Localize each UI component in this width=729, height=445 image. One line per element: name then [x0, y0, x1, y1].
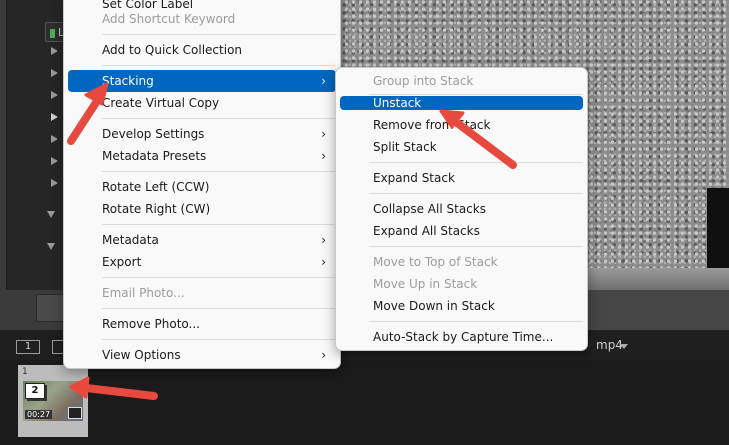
- menu-item-unstack[interactable]: Unstack: [340, 96, 583, 110]
- menu-item-label: Remove Photo...: [102, 317, 200, 331]
- menu-item-view-options[interactable]: View Options ›: [68, 344, 336, 366]
- disclosure-triangle-icon[interactable]: [51, 135, 58, 143]
- menu-item-label: Email Photo...: [102, 286, 185, 300]
- disclosure-triangle-down-icon[interactable]: [47, 211, 55, 218]
- menu-separator: [102, 308, 336, 309]
- chevron-right-icon: ›: [321, 74, 326, 88]
- menu-separator: [369, 94, 583, 95]
- menu-separator: [102, 277, 336, 278]
- menu-item-develop-settings[interactable]: Develop Settings ›: [68, 123, 336, 145]
- menu-item-expand-all-stacks[interactable]: Expand All Stacks: [340, 220, 583, 242]
- menu-item-move-to-top-of-stack[interactable]: Move to Top of Stack: [340, 251, 583, 273]
- filmstrip-filename: mp4: [596, 338, 623, 352]
- video-icon: [68, 407, 82, 419]
- menu-item-add-to-quick-collection[interactable]: Add to Quick Collection: [68, 39, 336, 61]
- menu-item-expand-stack[interactable]: Expand Stack: [340, 167, 583, 189]
- menu-item-rotate-left[interactable]: Rotate Left (CCW): [68, 176, 336, 198]
- menu-separator: [369, 321, 583, 322]
- chevron-right-icon: ›: [321, 233, 326, 247]
- menu-item-label: Rotate Left (CCW): [102, 180, 210, 194]
- menu-separator: [102, 339, 336, 340]
- menu-item-label: View Options: [102, 348, 181, 362]
- menu-item-label: Export: [102, 255, 142, 269]
- menu-item-label: Split Stack: [373, 140, 437, 154]
- menu-item-add-shortcut-keyword[interactable]: Add Shortcut Keyword: [68, 8, 336, 30]
- menu-item-stacking[interactable]: Stacking ›: [68, 70, 336, 92]
- menu-item-auto-stack-by-capture-time[interactable]: Auto-Stack by Capture Time...: [340, 326, 583, 348]
- menu-separator: [102, 171, 336, 172]
- menu-item-label: Expand Stack: [373, 171, 455, 185]
- chevron-right-icon: ›: [321, 255, 326, 269]
- chevron-right-icon: ›: [321, 149, 326, 163]
- green-label-icon: [50, 28, 55, 38]
- menu-item-metadata[interactable]: Metadata ›: [68, 229, 336, 251]
- disclosure-triangle-icon[interactable]: [51, 69, 58, 77]
- filmstrip: 1 2 00:27: [0, 360, 729, 445]
- menu-item-label: Add to Quick Collection: [102, 43, 243, 57]
- menu-item-move-up-in-stack[interactable]: Move Up in Stack: [340, 273, 583, 295]
- menu-separator: [369, 193, 583, 194]
- disclosure-triangle-icon[interactable]: [51, 113, 58, 121]
- menu-item-label: Add Shortcut Keyword: [102, 12, 236, 26]
- menu-item-label: Move Up in Stack: [373, 277, 478, 291]
- menu-item-email-photo[interactable]: Email Photo...: [68, 282, 336, 304]
- menu-item-label: Remove from Stack: [373, 118, 491, 132]
- thumbnail-index: 1: [22, 367, 28, 377]
- menu-item-label: Move to Top of Stack: [373, 255, 498, 269]
- menu-item-label: Group into Stack: [373, 74, 474, 88]
- disclosure-triangle-icon[interactable]: [51, 91, 58, 99]
- menu-item-move-down-in-stack[interactable]: Move Down in Stack: [340, 295, 583, 317]
- menu-item-split-stack[interactable]: Split Stack: [340, 136, 583, 158]
- disclosure-triangle-icon[interactable]: [51, 179, 58, 187]
- menu-separator: [102, 34, 336, 35]
- menu-item-rotate-right[interactable]: Rotate Right (CW): [68, 198, 336, 220]
- menu-item-label: Stacking: [102, 74, 154, 88]
- menu-item-label: Develop Settings: [102, 127, 205, 141]
- chevron-right-icon: ›: [321, 127, 326, 141]
- disclosure-triangle-icon[interactable]: [51, 157, 58, 165]
- menu-item-metadata-presets[interactable]: Metadata Presets ›: [68, 145, 336, 167]
- menu-item-collapse-all-stacks[interactable]: Collapse All Stacks: [340, 198, 583, 220]
- menu-separator: [102, 65, 336, 66]
- menu-item-create-virtual-copy[interactable]: Create Virtual Copy: [68, 92, 336, 114]
- menu-separator: [102, 118, 336, 119]
- menu-item-remove-photo[interactable]: Remove Photo...: [68, 313, 336, 335]
- disclosure-triangle-down-icon[interactable]: [47, 243, 55, 250]
- menu-item-group-into-stack[interactable]: Group into Stack: [340, 70, 583, 92]
- stack-badge-icon[interactable]: 2: [25, 383, 45, 399]
- menu-item-label: Move Down in Stack: [373, 299, 495, 313]
- menu-item-label: Auto-Stack by Capture Time...: [373, 330, 554, 344]
- menu-item-label: Metadata Presets: [102, 149, 207, 163]
- menu-item-export[interactable]: Export ›: [68, 251, 336, 273]
- disclosure-triangle-icon[interactable]: [51, 47, 58, 55]
- menu-separator: [369, 162, 583, 163]
- menu-item-remove-from-stack[interactable]: Remove from Stack: [340, 114, 583, 136]
- video-duration: 00:27: [25, 410, 53, 419]
- dropdown-arrow-icon[interactable]: [620, 344, 628, 349]
- menu-item-label: Unstack: [373, 96, 422, 110]
- menu-item-label: Rotate Right (CW): [102, 202, 211, 216]
- menu-item-label: Expand All Stacks: [373, 224, 480, 238]
- monitor-1-button[interactable]: 1: [16, 340, 40, 354]
- stacking-submenu: Group into Stack Unstack Remove from Sta…: [335, 67, 588, 351]
- menu-separator: [369, 246, 583, 247]
- photo-context-menu: Set Color Label Add Shortcut Keyword Add…: [63, 0, 341, 369]
- menu-item-label: Collapse All Stacks: [373, 202, 486, 216]
- chevron-right-icon: ›: [321, 348, 326, 362]
- menu-item-label: Create Virtual Copy: [102, 96, 220, 110]
- filmstrip-thumbnail[interactable]: 1 2 00:27: [18, 365, 88, 437]
- menu-separator: [102, 224, 336, 225]
- menu-item-label: Metadata: [102, 233, 159, 247]
